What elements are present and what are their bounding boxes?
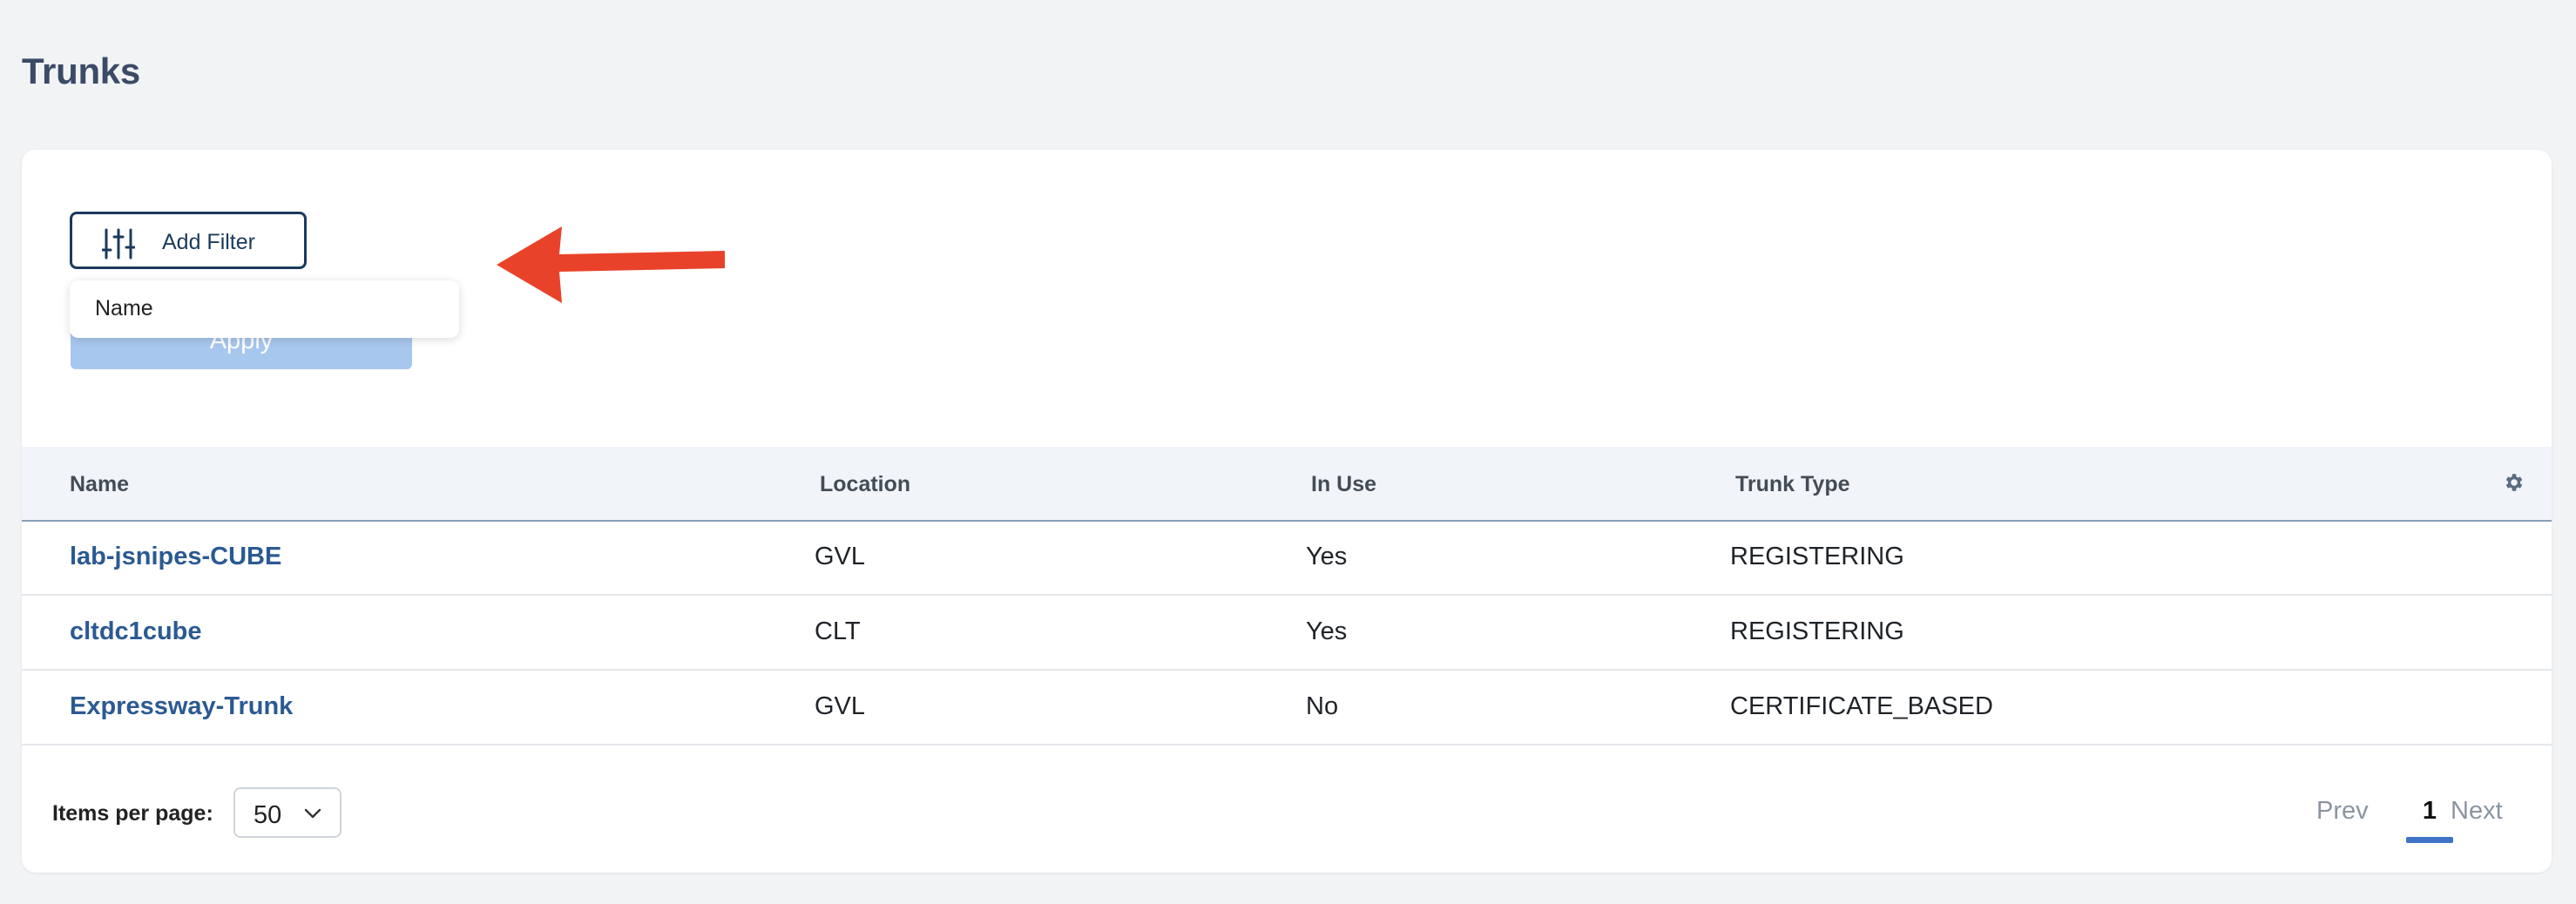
table-row: cltdc1cube CLT Yes REGISTERING <box>22 595 2552 671</box>
next-page-button[interactable]: Next <box>2451 797 2503 826</box>
filter-dropdown-menu: Name <box>70 280 459 338</box>
trunk-location: GVL <box>815 543 866 570</box>
chevron-down-icon <box>304 808 321 819</box>
table-header: Name Location In Use Trunk Type <box>22 447 2552 522</box>
red-arrow-annotation <box>497 226 725 303</box>
column-header-in-use[interactable]: In Use <box>1311 472 1376 497</box>
trunk-location: CLT <box>815 617 861 645</box>
trunk-type: CERTIFICATE_BASED <box>1730 692 1993 720</box>
trunks-card: Add Filter Apply Name Name Location In U… <box>22 150 2552 873</box>
current-page-number: 1 <box>2422 797 2437 825</box>
page-size-select[interactable]: 50 <box>233 787 341 838</box>
table-row: Expressway-Trunk GVL No CERTIFICATE_BASE… <box>22 670 2552 745</box>
trunk-in-use: Yes <box>1306 543 1348 570</box>
add-filter-label: Add Filter <box>162 230 255 254</box>
trunk-name-link[interactable]: lab-jsnipes-CUBE <box>70 543 281 571</box>
trunk-name-link[interactable]: Expressway-Trunk <box>70 692 293 721</box>
trunk-name-link[interactable]: cltdc1cube <box>70 617 202 646</box>
column-header-trunk-type[interactable]: Trunk Type <box>1735 472 1850 497</box>
add-filter-button[interactable]: Add Filter <box>70 212 307 269</box>
column-header-location[interactable]: Location <box>820 472 910 497</box>
prev-page-button[interactable]: Prev <box>2316 797 2369 826</box>
table-footer: Items per page: 50 Prev 1 Next <box>22 746 2552 873</box>
items-per-page-label: Items per page: <box>52 801 213 826</box>
dropdown-item-name[interactable]: Name <box>95 296 153 321</box>
trunk-type: REGISTERING <box>1730 543 1904 570</box>
trunk-type: REGISTERING <box>1730 617 1904 645</box>
sliders-icon <box>102 228 135 260</box>
column-header-name[interactable]: Name <box>70 472 129 497</box>
trunk-location: GVL <box>815 692 866 720</box>
page-1-button[interactable]: 1 <box>2406 785 2453 843</box>
trunk-in-use: Yes <box>1306 617 1348 645</box>
page-title: Trunks <box>22 51 140 91</box>
current-page-indicator <box>2406 837 2453 843</box>
page-size-value: 50 <box>254 801 282 829</box>
table-row: lab-jsnipes-CUBE GVL Yes REGISTERING <box>22 520 2552 596</box>
gear-icon[interactable] <box>2503 471 2525 494</box>
filter-area: Add Filter Apply Name <box>22 150 2552 448</box>
trunk-in-use: No <box>1306 692 1339 720</box>
